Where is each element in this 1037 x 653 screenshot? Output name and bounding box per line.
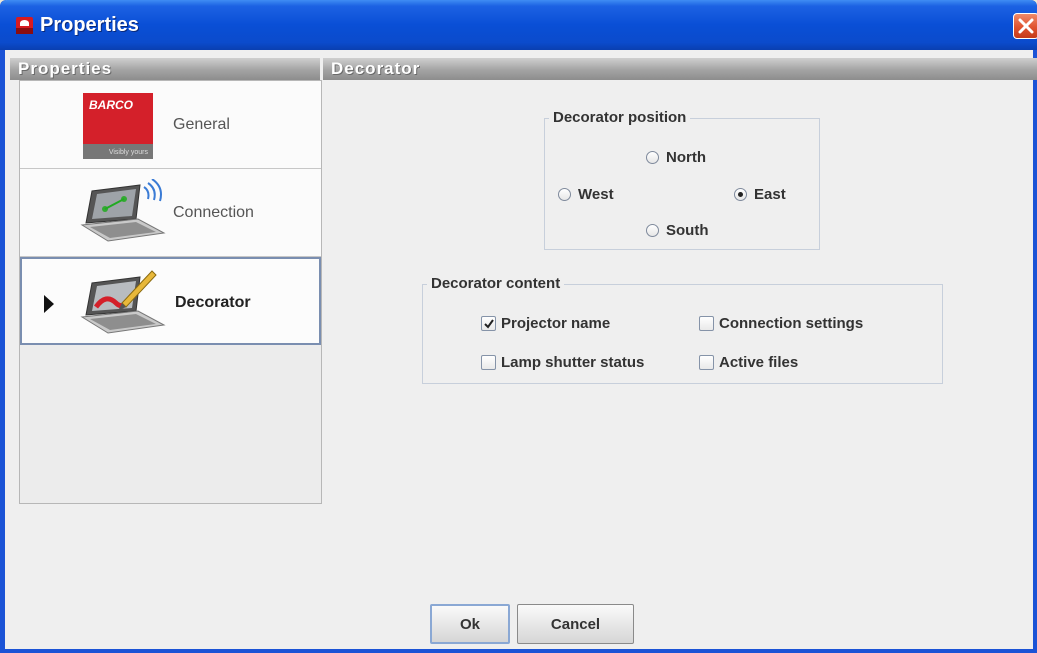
- checkbox-label: Connection settings: [719, 315, 864, 332]
- radio-north-label: North: [666, 149, 706, 166]
- properties-panel-header: Properties: [10, 58, 320, 80]
- checkbox-lamp-shutter-status[interactable]: Lamp shutter status: [481, 354, 644, 371]
- radio-north[interactable]: North: [646, 149, 706, 166]
- decorator-content-title: Decorator content: [427, 275, 565, 292]
- nav-item-label: Decorator: [175, 294, 251, 311]
- ok-button[interactable]: Ok: [430, 604, 510, 644]
- radio-east-label: East: [754, 186, 786, 203]
- decorator-position-group: Decorator position North West East South: [544, 109, 820, 250]
- radio-circle[interactable]: [646, 224, 659, 237]
- window-title: Properties: [40, 14, 139, 36]
- checkbox-box[interactable]: [699, 316, 714, 331]
- cancel-button[interactable]: Cancel: [517, 604, 634, 644]
- decorator-position-title: Decorator position: [549, 109, 691, 126]
- checkbox-label: Projector name: [501, 315, 611, 332]
- barco-app-icon: [16, 17, 33, 34]
- checkbox-box-checked[interactable]: [481, 316, 496, 331]
- barco-logo-icon: BARCO Visibly yours: [83, 93, 153, 159]
- properties-window: Properties Properties Decorator BARCO Vi…: [0, 0, 1037, 653]
- radio-west[interactable]: West: [558, 186, 614, 203]
- checkbox-active-files[interactable]: Active files: [699, 354, 798, 371]
- close-icon: [1018, 18, 1034, 34]
- checkbox-connection-settings[interactable]: Connection settings: [699, 315, 863, 332]
- checkbox-box[interactable]: [699, 355, 714, 370]
- selected-arrow-icon: [44, 295, 54, 313]
- nav-item-decorator[interactable]: Decorator: [20, 257, 321, 345]
- close-button[interactable]: [1013, 13, 1037, 39]
- nav-item-label: General: [173, 116, 230, 133]
- decorator-panel-header: Decorator: [323, 58, 1037, 80]
- decorator-content-group: Decorator content Projector name Connect…: [422, 275, 943, 384]
- checkbox-label: Active files: [719, 354, 799, 371]
- radio-south-label: South: [666, 222, 709, 239]
- radio-circle[interactable]: [646, 151, 659, 164]
- radio-circle-selected[interactable]: [734, 188, 747, 201]
- checkbox-label: Lamp shutter status: [501, 354, 645, 371]
- barco-logo-text: BARCO: [89, 98, 133, 112]
- checkmark-icon: [484, 319, 494, 329]
- barco-logo-tagline: Visibly yours: [108, 149, 148, 156]
- checkbox-box[interactable]: [481, 355, 496, 370]
- nav-item-connection[interactable]: Connection: [20, 169, 321, 257]
- checkbox-projector-name[interactable]: Projector name: [481, 315, 610, 332]
- properties-nav-list: BARCO Visibly yours General Connection D…: [19, 80, 322, 504]
- radio-circle[interactable]: [558, 188, 571, 201]
- nav-item-general[interactable]: BARCO Visibly yours General: [20, 81, 321, 169]
- radio-west-label: West: [578, 186, 614, 203]
- laptop-paint-icon: [80, 270, 166, 334]
- laptop-wifi-icon: [80, 179, 166, 242]
- nav-item-label: Connection: [173, 204, 254, 221]
- radio-east[interactable]: East: [734, 186, 786, 203]
- title-bar[interactable]: Properties: [0, 0, 1037, 50]
- radio-south[interactable]: South: [646, 222, 709, 239]
